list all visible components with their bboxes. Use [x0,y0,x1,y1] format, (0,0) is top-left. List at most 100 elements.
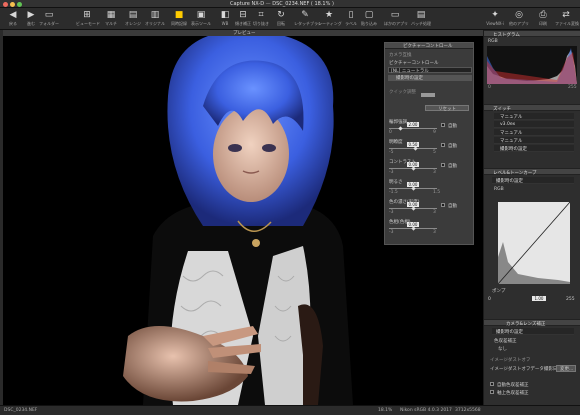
label-button[interactable]: ▤ オレンジ [122,10,144,29]
adjust-row[interactable]: v3.0ex [494,121,574,128]
close-window-button[interactable] [3,2,8,7]
tone-curve[interactable] [497,201,571,285]
convert-button[interactable]: ⇄ ファイル変換 [555,10,579,29]
slider-value[interactable]: 0.00 [407,222,419,227]
auto-label: 自動 [448,164,457,169]
auto-checkbox[interactable] [441,143,445,147]
slider-row: 輪郭強調 2.00 0 9 自動 [387,119,473,137]
histogram [487,46,577,84]
slider-handle[interactable] [411,166,416,171]
folder-button[interactable]: ▭ フォルダー [38,10,60,29]
slider-min: -3 [389,210,394,215]
rotate-icon: ↻ [277,10,285,20]
original-button[interactable]: ▥ オリジナル [144,10,166,29]
preset-row[interactable]: 撮影時の設定 [388,75,472,81]
auto-ca-checkbox[interactable] [490,382,494,386]
convert-icon: ⇄ [562,10,570,20]
title-bar: Capture NX-D — DSC_0234.NEF ( 18.1% ) [0,0,580,8]
slider-value[interactable]: 0.00 [407,162,419,167]
adjust-row[interactable]: マニュアル [494,137,574,144]
gamma-field[interactable]: 1.00 [532,296,546,301]
slider-row: 色相(色相) 0.00 -3 3 [387,219,473,237]
slider-value[interactable]: 0.00 [407,182,419,187]
simultaneous-icon: ■ [174,10,184,20]
levels-preset-dropdown[interactable]: 撮影時の設定 [492,177,574,184]
auto-label: 自動 [448,204,457,209]
slider-min: -1.5 [389,190,398,195]
slider-handle[interactable] [411,206,416,211]
histogram-graph [487,48,577,84]
palette-title: ピクチャーコントロール [403,44,453,49]
slider-row: 色の濃さ(彩度) 0.00 -3 3 自動 [387,199,473,217]
image-dust-value: イメージダストオフデータ撮影日時: [490,367,564,372]
adjust-row[interactable]: マニュアル [494,113,574,120]
crop-button[interactable]: ⌗ 切り抜き [250,10,272,29]
reset-button[interactable]: リセット [425,105,469,112]
slider-min: -3 [389,230,394,235]
slider-max: 5 [433,150,436,155]
batch-icon: ▤ [416,10,426,20]
slider-max: 3 [433,230,436,235]
other-app-button[interactable]: ▭ ほかのアプリ [384,10,408,29]
slider-row: 明瞭度 0.50 -5 5 自動 [387,139,473,157]
simultaneous-button[interactable]: ■ 同時記録 [168,10,190,29]
print-button[interactable]: ⎙ 印刷 [532,10,554,29]
lens-header[interactable]: カメラ&レンズ補正 [484,319,580,327]
right-panel: ヒストグラム RGB 0 255 ズイッチ マニュアル v3.0ex マニュアル… [484,30,580,405]
slider-label: 明るさ [389,180,403,185]
axial-ca-checkbox[interactable] [490,390,494,394]
adjust-row[interactable]: 撮影時の設定 [494,145,574,152]
lens-preset-dropdown[interactable]: 撮影時の設定 [492,328,574,335]
minimize-window-button[interactable] [10,2,15,7]
adjustments-header[interactable]: ズイッチ [484,104,580,112]
paste-icon: ▢ [364,10,374,20]
view-mode-button[interactable]: ⊞ ビューモード [76,10,100,29]
auto-checkbox[interactable] [441,123,445,127]
slider-handle[interactable] [398,126,403,131]
slider-handle[interactable] [411,226,416,231]
auto-checkbox[interactable] [441,163,445,167]
auto-ca-label: 自動色収差補正 [497,383,529,388]
zoom-window-button[interactable] [17,2,22,7]
adjust-row[interactable]: マニュアル [494,129,574,136]
histogram-channel: RGB [488,39,498,44]
slider-row: 明るさ 0.00 -1.5 1.5 [387,179,473,197]
levels-curves-header[interactable]: レベル&トーンカーブ [484,168,580,176]
slider-value[interactable]: 0.00 [407,202,419,207]
picture-control-dropdown[interactable]: [NL] ニュートラル [388,67,472,74]
crop-icon: ⌗ [258,10,264,20]
print-icon: ⎙ [539,10,547,20]
auto-label: 自動 [448,124,457,129]
viewnx-button[interactable]: ✦ ViewNX-i [484,10,506,29]
histogram-header[interactable]: ヒストグラム [484,30,580,38]
slider-max: 3 [433,210,436,215]
histogram-min: 0 [488,85,491,90]
rotate-button[interactable]: ↻ 回転 [270,10,292,29]
auto-checkbox[interactable] [441,203,445,207]
open-with-button[interactable]: ◎ 他のアプリ [508,10,530,29]
slider-value[interactable]: 2.00 [407,122,419,127]
multi-button[interactable]: ▦ マルチ [100,10,122,29]
slider-handle[interactable] [413,146,418,151]
retouch-button[interactable]: ✎ レタッチブラシ [294,10,322,29]
slider-handle[interactable] [411,186,416,191]
picture-control-palette: ピクチャーコントロール カメラ互換 ピクチャーコントロール [NL] ニュートラ… [384,42,474,245]
batch-button[interactable]: ▤ バッチ処理 [410,10,432,29]
app-title: Capture NX-D [230,1,265,7]
rating-button[interactable]: ★ レーティング [318,10,342,29]
status-filename: DSC_0234.NEF [4,408,38,413]
slider-min: -3 [389,170,394,175]
document-title: DSC_0234.NEF ( 18.1% ) [272,1,334,7]
quick-adjust-slider[interactable] [421,93,435,97]
rating-star-icon: ★ [324,10,334,20]
retouch-icon: ✎ [301,10,309,20]
folder-icon: ▭ [44,10,54,20]
slider-track[interactable] [389,128,437,129]
viewnx-icon: ✦ [491,10,499,20]
slider-max: 3 [433,170,436,175]
status-bar: DSC_0234.NEF 18.1% Nikon sRGB 4.0.3 2017… [0,405,580,415]
paste-button[interactable]: ▢ 貼り込み [358,10,380,29]
image-dust-button[interactable]: 変更... [556,365,576,372]
display-tool-button[interactable]: ▣ 表示ツール [190,10,212,29]
slider-value[interactable]: 0.50 [407,142,419,147]
